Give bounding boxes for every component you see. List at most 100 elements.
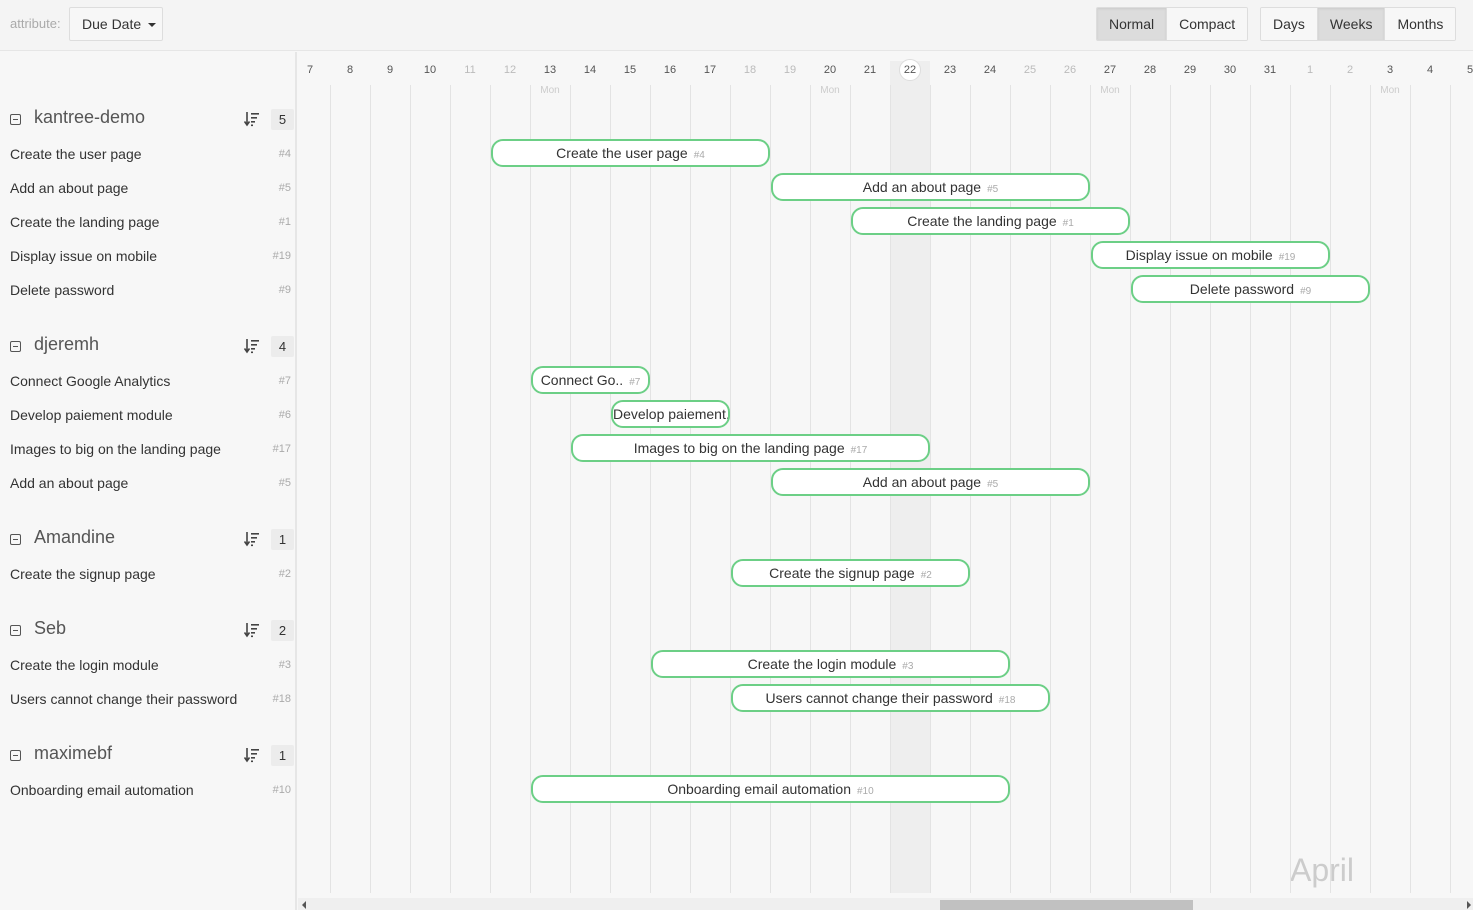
- day-gridline: [410, 85, 411, 893]
- attribute-select[interactable]: Due Date: [69, 7, 163, 41]
- task-row[interactable]: Create the user page #4: [0, 138, 295, 172]
- collapse-icon[interactable]: [10, 750, 21, 761]
- task-title: Onboarding email automation: [10, 782, 194, 798]
- sort-icon[interactable]: [243, 622, 260, 638]
- day-gridline: [330, 85, 331, 893]
- task-row[interactable]: Images to big on the landing page #17: [0, 433, 295, 467]
- task-bar[interactable]: Create the signup page #2: [731, 559, 970, 587]
- months-button[interactable]: Months: [1385, 8, 1456, 40]
- sort-icon[interactable]: [243, 338, 260, 354]
- task-bar[interactable]: Images to big on the landing page #17: [571, 434, 930, 462]
- sort-icon[interactable]: [243, 111, 260, 127]
- task-title: Create the user page: [10, 146, 142, 162]
- bar-number: #2: [920, 570, 932, 581]
- task-number: #17: [272, 443, 291, 455]
- task-number: #7: [278, 375, 291, 387]
- group-name: kantree-demo: [34, 107, 146, 127]
- day-gridline: [1410, 85, 1411, 893]
- scroll-left-arrow-icon[interactable]: [302, 901, 306, 909]
- task-number: #5: [278, 477, 291, 489]
- task-row[interactable]: Delete password #9: [0, 274, 295, 308]
- task-bar[interactable]: Create the login module #3: [651, 650, 1010, 678]
- scroll-right-arrow-icon[interactable]: [1467, 901, 1471, 909]
- task-row[interactable]: Create the landing page #1: [0, 206, 295, 240]
- group-header: maximebf 1: [0, 741, 295, 771]
- sidebar: kantree-demo 5 Create the user page #4 Add a…: [0, 52, 297, 910]
- bar-label: Delete password: [1189, 281, 1295, 297]
- task-title: Add an about page: [10, 180, 129, 196]
- task-row[interactable]: Add an about page #5: [0, 467, 295, 501]
- task-number: #5: [278, 182, 291, 194]
- day-label: 31: [1263, 64, 1277, 76]
- task-title: Delete password: [10, 282, 115, 298]
- task-row[interactable]: Display issue on mobile #19: [0, 240, 295, 274]
- task-bar[interactable]: Connect Go.. #7: [531, 366, 650, 394]
- compact-button[interactable]: Compact: [1167, 8, 1248, 40]
- collapse-icon[interactable]: [10, 625, 21, 636]
- day-label: 7: [306, 64, 314, 76]
- day-label: 12: [503, 64, 517, 76]
- day-label: 13: [543, 64, 557, 76]
- day-label: 30: [1223, 64, 1237, 76]
- task-row[interactable]: Develop paiement module #6: [0, 399, 295, 433]
- task-row[interactable]: Create the login module #3: [0, 649, 295, 683]
- caret-down-icon: [148, 23, 157, 28]
- day-label: 8: [346, 64, 354, 76]
- attribute-value: Due Date: [82, 16, 142, 32]
- day-label: 16: [663, 64, 677, 76]
- task-bar[interactable]: Delete password #9: [1131, 275, 1370, 303]
- horizontal-scrollbar[interactable]: [298, 898, 1473, 910]
- day-label: 2: [1346, 64, 1354, 76]
- day-label: 17: [703, 64, 717, 76]
- day-label: 29: [1183, 64, 1197, 76]
- day-label: 5: [1466, 64, 1473, 76]
- group-header: kantree-demo 5: [0, 105, 295, 135]
- collapse-icon[interactable]: [10, 534, 21, 545]
- day-label: 10: [423, 64, 437, 76]
- task-number: #10: [272, 784, 291, 796]
- task-title: Images to big on the landing page: [10, 441, 221, 457]
- task-row[interactable]: Add an about page #5: [0, 172, 295, 206]
- task-number: #1: [278, 216, 291, 228]
- day-gridline: [730, 85, 731, 893]
- task-bar[interactable]: Create the user page #4: [491, 139, 770, 167]
- task-bar[interactable]: Develop paiement...#6: [611, 400, 730, 428]
- collapse-icon[interactable]: [10, 341, 21, 352]
- task-row[interactable]: Create the signup page #2: [0, 558, 295, 592]
- bar-number: #4: [693, 150, 705, 161]
- sort-icon[interactable]: [243, 531, 260, 547]
- bar-label: Images to big on the landing page: [633, 440, 845, 456]
- group-name: maximebf: [34, 743, 113, 763]
- task-bar[interactable]: Users cannot change their password #18: [731, 684, 1050, 712]
- task-bar[interactable]: Onboarding email automation #10: [531, 775, 1010, 803]
- day-gridline: [650, 85, 651, 893]
- task-row[interactable]: Connect Google Analytics #7: [0, 365, 295, 399]
- task-row[interactable]: Onboarding email automation #10: [0, 774, 295, 808]
- task-bar[interactable]: Add an about page #5: [771, 173, 1090, 201]
- task-title: Connect Google Analytics: [10, 373, 171, 389]
- bar-number: #7: [629, 377, 641, 388]
- day-gridline: [1330, 85, 1331, 893]
- day-label: 18: [743, 64, 757, 76]
- toolbar: attribute: Due Date Normal Compact Days …: [0, 0, 1473, 51]
- task-bar[interactable]: Add an about page #5: [771, 468, 1090, 496]
- normal-button[interactable]: Normal: [1097, 8, 1168, 40]
- task-number: #4: [278, 148, 291, 160]
- day-gridline: [530, 85, 531, 893]
- day-label: 11: [464, 64, 476, 76]
- days-button[interactable]: Days: [1261, 8, 1318, 40]
- task-bar[interactable]: Display issue on mobile #19: [1091, 241, 1330, 269]
- task-number: #6: [278, 409, 291, 421]
- task-bar[interactable]: Create the landing page #1: [851, 207, 1130, 235]
- bar-label: Create the signup page: [769, 565, 915, 581]
- bar-label: Connect Go..: [540, 372, 624, 388]
- sort-icon[interactable]: [243, 747, 260, 763]
- bar-label: Create the login module: [747, 656, 897, 672]
- collapse-icon[interactable]: [10, 114, 21, 125]
- task-row[interactable]: Users cannot change their password #18: [0, 683, 295, 717]
- weeks-button[interactable]: Weeks: [1317, 8, 1386, 40]
- count-badge: 4: [271, 336, 294, 357]
- count-badge: 2: [271, 620, 294, 641]
- scroll-thumb[interactable]: [940, 900, 1193, 910]
- day-label: 26: [1063, 64, 1077, 76]
